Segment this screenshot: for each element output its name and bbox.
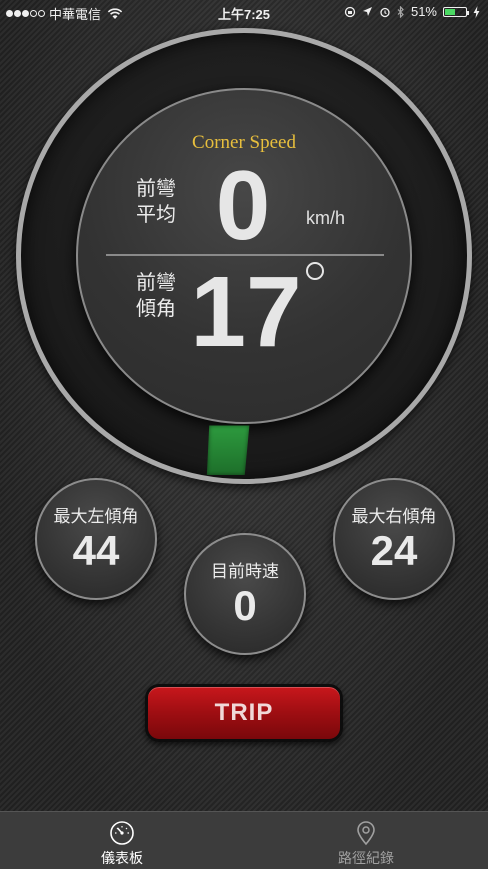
bluetooth-icon — [397, 5, 404, 18]
lean-angle-value: 17 — [190, 256, 302, 368]
battery-percent: 51% — [410, 4, 437, 19]
lean-angle-marker — [206, 425, 250, 476]
average-speed-label: 前彎 平均 — [136, 176, 176, 228]
orientation-lock-icon — [344, 6, 356, 17]
current-speed-value: 0 — [233, 582, 257, 629]
alarm-icon — [380, 7, 390, 17]
battery-tip — [467, 10, 469, 15]
tab-dashboard-label: 儀表板 — [101, 850, 143, 866]
lean-angle-label: 前彎 傾角 — [136, 270, 176, 322]
current-speed-label: 目前時速 — [211, 562, 279, 581]
location-arrow-icon — [362, 7, 372, 16]
battery-icon — [443, 6, 469, 17]
max-right-lean-value: 24 — [370, 527, 418, 574]
max-left-lean-dial: 最大左傾角 44 — [35, 478, 157, 600]
degree-icon — [306, 262, 324, 280]
average-speed-value: 0 — [215, 150, 271, 260]
average-speed-label-line1: 前彎 — [136, 178, 176, 200]
max-left-lean-value: 44 — [72, 527, 120, 574]
status-bar: 中華電信 上午7:25 51% — [0, 0, 488, 24]
map-pin-icon — [357, 821, 375, 846]
lean-angle-label-line2: 傾角 — [136, 298, 176, 320]
tab-bar: 儀表板 路徑紀錄 — [0, 811, 488, 869]
speed-unit: km/h — [306, 208, 346, 228]
max-left-lean-label: 最大左傾角 — [53, 507, 139, 526]
current-speed-dial: 目前時速 0 — [184, 533, 306, 655]
gauge-icon — [110, 821, 134, 845]
trip-button[interactable]: TRIP — [145, 684, 343, 742]
max-right-lean-label: 最大右傾角 — [351, 507, 437, 526]
tab-route-history[interactable]: 路徑紀錄 — [244, 812, 488, 869]
battery-fill — [445, 8, 456, 15]
max-right-lean-dial: 最大右傾角 24 — [333, 478, 455, 600]
tab-route-history-label: 路徑紀錄 — [338, 850, 394, 866]
charging-icon — [473, 5, 480, 18]
status-right: 51% — [344, 4, 480, 19]
lean-angle-label-line1: 前彎 — [136, 272, 176, 294]
tab-dashboard[interactable]: 儀表板 — [0, 812, 244, 869]
average-speed-label-line2: 平均 — [136, 204, 176, 226]
